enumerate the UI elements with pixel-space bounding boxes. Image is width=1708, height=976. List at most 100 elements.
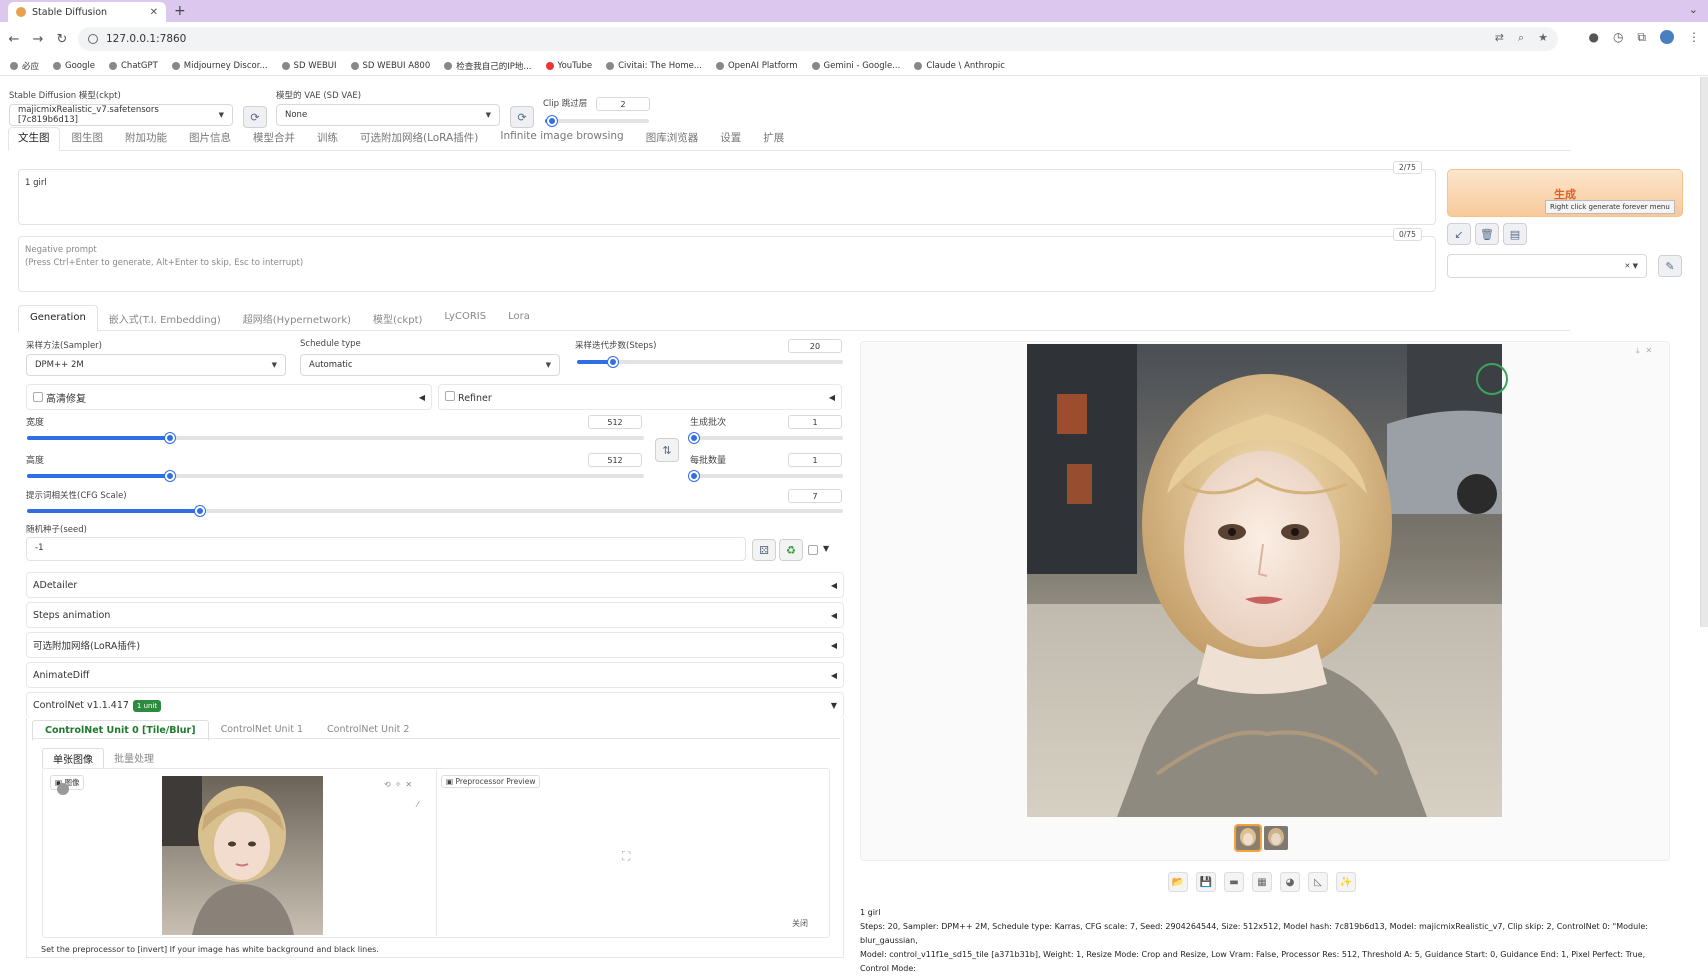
send-to-inpaint-button[interactable]: ◕ [1280, 872, 1300, 892]
brush-icon[interactable]: ⁄ [417, 800, 418, 809]
cfg-slider[interactable] [27, 506, 843, 516]
read-params-button[interactable]: ↙ [1447, 223, 1471, 245]
new-tab-icon[interactable]: + [174, 3, 186, 19]
reuse-seed-button[interactable]: ♻ [779, 539, 803, 561]
additional-networks-accordion[interactable]: 可选附加网络(LoRA插件) ◀ [26, 632, 844, 658]
expand-triangle-icon[interactable]: ▼ [823, 544, 829, 553]
star-icon[interactable]: ✧ [395, 780, 402, 789]
tab-generation[interactable]: Generation [18, 305, 98, 332]
refiner-accordion[interactable]: Refiner ◀ [438, 384, 842, 410]
refiner-checkbox[interactable] [445, 390, 455, 401]
controlnet-accordion[interactable]: ControlNet v1.1.417 1 unit ▼ [26, 692, 844, 718]
height-slider[interactable] [27, 471, 644, 481]
swap-dimensions-button[interactable]: ⇅ [655, 438, 679, 462]
tab-checkpoint-merger[interactable]: 模型合并 [253, 130, 295, 145]
batch-size-input[interactable]: 1 [788, 453, 842, 467]
bookmark-item[interactable]: ChatGPT [109, 61, 158, 71]
styles-button[interactable]: ▤ [1503, 223, 1527, 245]
tab-gallery-browser[interactable]: 图库浏览器 [646, 130, 699, 145]
sampler-select[interactable]: DPM++ 2M ▼ [26, 354, 286, 376]
clear-prompt-button[interactable]: 🗑 [1475, 223, 1499, 245]
generated-image[interactable] [1027, 344, 1502, 817]
extension-icon[interactable]: ● [1588, 30, 1598, 45]
animatediff-accordion[interactable]: AnimateDiff ◀ [26, 662, 844, 688]
forward-icon[interactable]: → [28, 32, 48, 47]
tab-txt2img[interactable]: 文生图 [18, 130, 50, 145]
send-to-extras-button[interactable]: ◺ [1308, 872, 1328, 892]
zoom-icon[interactable]: ⌕ [1518, 31, 1524, 45]
ckpt-select[interactable]: majicmixRealistic_v7.safetensors [7c819b… [9, 104, 233, 126]
vae-select[interactable]: None ▼ [276, 104, 500, 126]
hires-fix-checkbox[interactable] [33, 391, 43, 402]
controlnet-input-image[interactable] [162, 776, 323, 935]
bookmark-item[interactable]: Claude \ Anthropic [914, 61, 1005, 71]
bookmark-item[interactable]: Google [53, 61, 95, 71]
cfg-input[interactable]: 7 [788, 489, 842, 503]
refresh-ckpt-button[interactable]: ⟳ [243, 106, 267, 128]
close-icon[interactable]: ✕ [405, 780, 412, 789]
tab-img2img[interactable]: 图生图 [72, 130, 104, 145]
save-button[interactable]: 💾 [1196, 872, 1216, 892]
tab-train[interactable]: 训练 [317, 130, 338, 145]
bookmark-item[interactable]: 检查我自己的IP地... [444, 60, 532, 72]
bookmark-item[interactable]: 必应 [10, 60, 39, 72]
tab-hypernetwork[interactable]: 超网络(Hypernetwork) [232, 305, 362, 332]
open-folder-button[interactable]: 📂 [1168, 872, 1188, 892]
clip-skip-input[interactable]: 2 [596, 97, 650, 111]
styles-select[interactable]: ✕ ▼ [1447, 254, 1647, 278]
upscale-button[interactable]: ✨ [1336, 872, 1356, 892]
menu-icon[interactable]: ⋮ [1688, 30, 1700, 45]
tab-search-icon[interactable]: ⌄ [1689, 3, 1698, 16]
bookmark-star-icon[interactable]: ★ [1538, 31, 1548, 45]
bookmark-item[interactable]: SD WEBUI [281, 61, 337, 71]
bookmark-item[interactable]: SD WEBUI A800 [350, 61, 430, 71]
thumbnail-grid[interactable] [1234, 824, 1262, 852]
tab-batch[interactable]: 批量处理 [104, 748, 164, 769]
adetailer-accordion[interactable]: ADetailer ◀ [26, 572, 844, 598]
puzzle-icon[interactable]: ⧉ [1637, 30, 1646, 45]
width-slider[interactable] [27, 433, 644, 443]
history-icon[interactable]: ◷ [1613, 30, 1623, 45]
bookmark-item[interactable]: Civitai: The Home... [606, 61, 702, 71]
tab-settings[interactable]: 设置 [720, 130, 741, 145]
zip-button[interactable]: ▬ [1224, 872, 1244, 892]
random-seed-button[interactable]: ⚄ [752, 539, 776, 561]
close-icon[interactable]: ✕ [1646, 346, 1653, 356]
tab-png-info[interactable]: 图片信息 [189, 130, 231, 145]
tab-extensions[interactable]: 扩展 [763, 130, 784, 145]
tab-single-image[interactable]: 单张图像 [42, 748, 104, 769]
bookmark-item[interactable]: OpenAI Platform [715, 61, 798, 71]
batch-size-slider[interactable] [689, 471, 843, 481]
tab-infinite-browsing[interactable]: Infinite image browsing [500, 130, 623, 145]
edit-styles-button[interactable]: ✎ [1658, 255, 1682, 277]
browser-tab[interactable]: Stable Diffusion ✕ [8, 2, 166, 22]
negative-prompt-input[interactable]: Negative prompt (Press Ctrl+Enter to gen… [18, 236, 1436, 292]
extra-seed-checkbox[interactable] [808, 545, 818, 555]
bookmark-item[interactable]: YouTube [545, 61, 592, 71]
batch-count-slider[interactable] [689, 433, 843, 443]
refresh-vae-button[interactable]: ⟳ [510, 106, 534, 128]
page-scrollbar[interactable] [1700, 77, 1708, 627]
seed-input[interactable]: -1 [26, 537, 746, 561]
schedule-select[interactable]: Automatic ▼ [300, 354, 560, 376]
send-to-img2img-button[interactable]: ▦ [1252, 872, 1272, 892]
profile-avatar[interactable] [1660, 30, 1674, 44]
close-preview-button[interactable]: 关闭 [792, 918, 808, 929]
translate-icon[interactable]: ⇄ [1495, 31, 1504, 45]
bookmark-item[interactable]: Midjourney Discor... [171, 61, 268, 71]
back-icon[interactable]: ← [4, 32, 24, 47]
steps-animation-accordion[interactable]: Steps animation ◀ [26, 602, 844, 628]
positive-prompt-input[interactable]: 1 girl [18, 169, 1436, 225]
tab-lycoris[interactable]: LyCORIS [433, 305, 497, 332]
tab-extras[interactable]: 附加功能 [125, 130, 167, 145]
steps-slider[interactable] [577, 357, 843, 367]
close-tab-icon[interactable]: ✕ [150, 7, 158, 18]
tab-ckpt[interactable]: 模型(ckpt) [362, 305, 433, 332]
tab-additional-networks[interactable]: 可选附加网络(LoRA插件) [360, 130, 478, 145]
undo-icon[interactable]: ⟲ [384, 780, 391, 789]
address-bar[interactable]: 127.0.0.1:7860 ⇄ ⌕ ★ [78, 27, 1558, 51]
download-icon[interactable]: ⤓ [1636, 346, 1640, 356]
height-input[interactable]: 512 [588, 453, 642, 467]
reload-icon[interactable]: ↻ [52, 32, 72, 47]
site-info-icon[interactable] [88, 34, 98, 44]
